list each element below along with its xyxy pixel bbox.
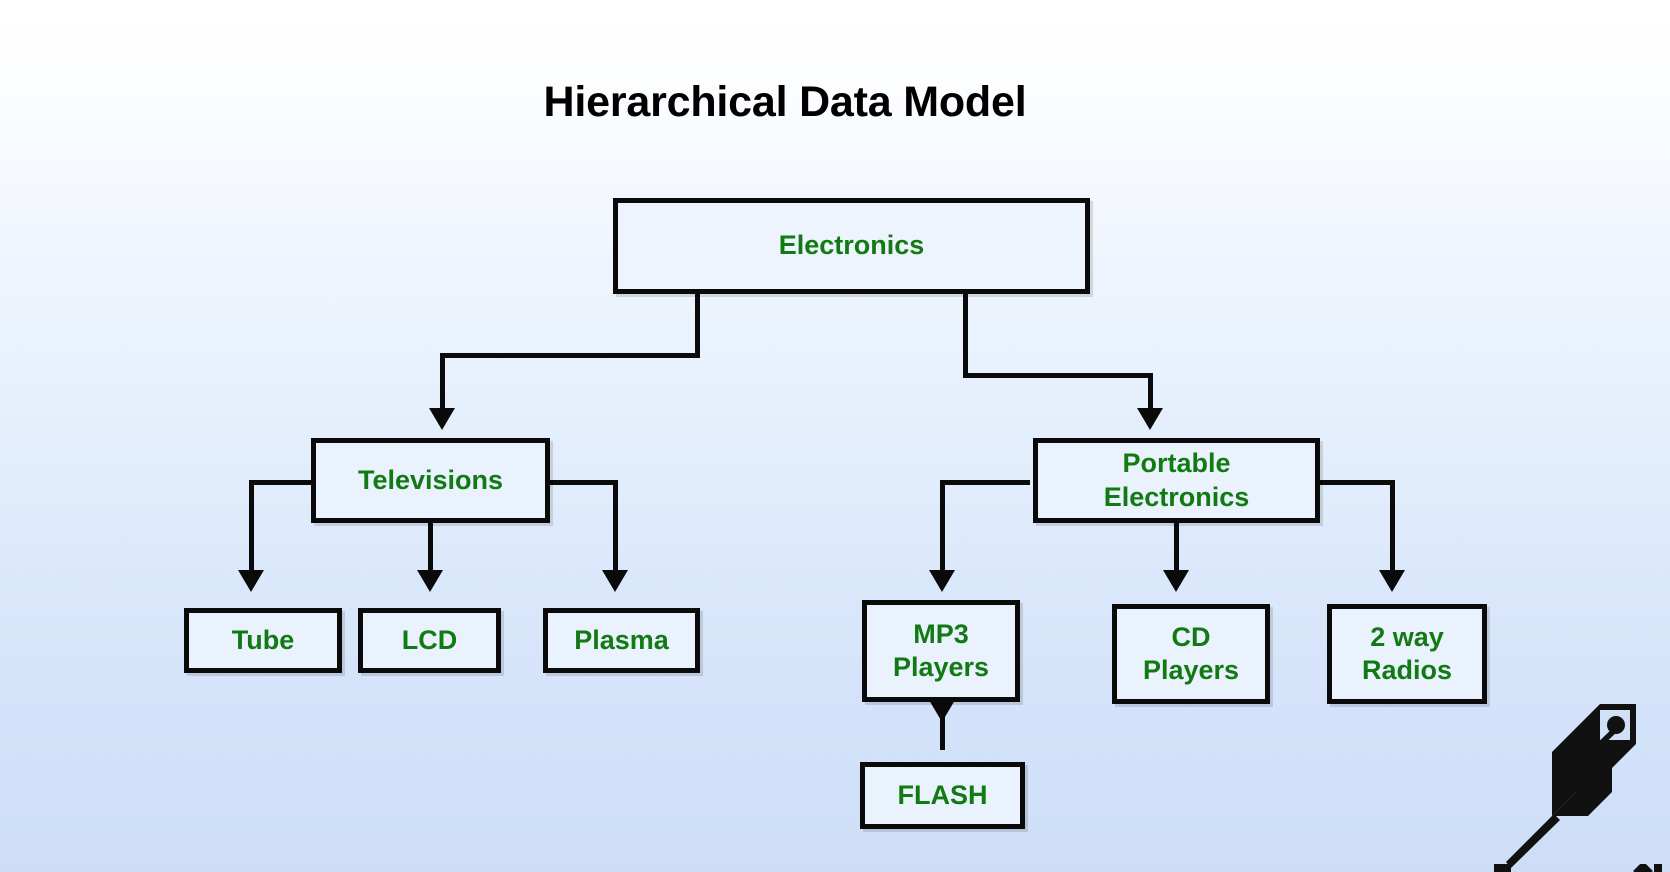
node-cd-players[interactable]: CD Players: [1112, 604, 1270, 704]
edge-portable-to-radios-drop: [1390, 480, 1395, 584]
edge-root-to-portable-horizontal: [963, 373, 1153, 378]
node-electronics-label: Electronics: [778, 230, 925, 261]
node-two-way-radios-label: 2 way Radios: [1361, 621, 1453, 685]
arrowhead-lcd: [417, 570, 443, 592]
node-mp3-players[interactable]: MP3 Players: [862, 600, 1020, 702]
edge-televisions-to-plasma-horizontal: [548, 480, 618, 485]
edge-televisions-to-plasma-drop: [613, 480, 618, 584]
edge-root-to-televisions-horizontal: [440, 353, 700, 358]
node-televisions[interactable]: Televisions: [311, 438, 550, 523]
node-tube[interactable]: Tube: [184, 608, 342, 673]
node-tube-label: Tube: [231, 624, 295, 655]
arrowhead-two-way-radios: [1379, 570, 1405, 592]
brand-logo: [1490, 688, 1662, 872]
node-plasma-label: Plasma: [574, 624, 669, 655]
arrowhead-flash: [929, 700, 955, 722]
node-portable-electronics-label: Portable Electronics: [1103, 448, 1250, 512]
arrowhead-portable-electronics: [1137, 408, 1163, 430]
brand-wordmark: [1494, 864, 1662, 872]
node-lcd[interactable]: LCD: [358, 608, 501, 673]
node-mp3-players-label: MP3 Players: [892, 618, 990, 682]
node-portable-electronics[interactable]: Portable Electronics: [1033, 438, 1320, 523]
node-plasma[interactable]: Plasma: [543, 608, 700, 673]
node-two-way-radios[interactable]: 2 way Radios: [1327, 604, 1487, 704]
arrowhead-cd-players: [1163, 570, 1189, 592]
edge-portable-to-mp3-drop: [940, 480, 945, 584]
arrowhead-mp3-players: [929, 570, 955, 592]
node-lcd-label: LCD: [401, 624, 458, 655]
slide-canvas: Hierarchical Data Model Electronics Tele…: [0, 0, 1670, 872]
edge-root-to-portable-stub: [963, 293, 968, 378]
quill-feather-icon: [1506, 704, 1636, 868]
edge-portable-to-mp3-horizontal: [940, 480, 1030, 485]
node-flash-label: FLASH: [897, 779, 988, 810]
arrowhead-plasma: [602, 570, 628, 592]
page-title: Hierarchical Data Model: [543, 78, 1027, 126]
edge-televisions-to-tube-drop: [249, 480, 254, 584]
edge-televisions-to-tube-horizontal: [249, 480, 314, 485]
arrowhead-tube: [238, 570, 264, 592]
edge-root-to-televisions-stub: [695, 293, 700, 358]
node-flash[interactable]: FLASH: [860, 762, 1025, 829]
arrowhead-televisions: [429, 408, 455, 430]
node-televisions-label: Televisions: [357, 464, 504, 495]
node-electronics[interactable]: Electronics: [613, 198, 1090, 294]
node-cd-players-label: CD Players: [1142, 621, 1240, 685]
edge-portable-to-radios-horizontal: [1318, 480, 1395, 485]
